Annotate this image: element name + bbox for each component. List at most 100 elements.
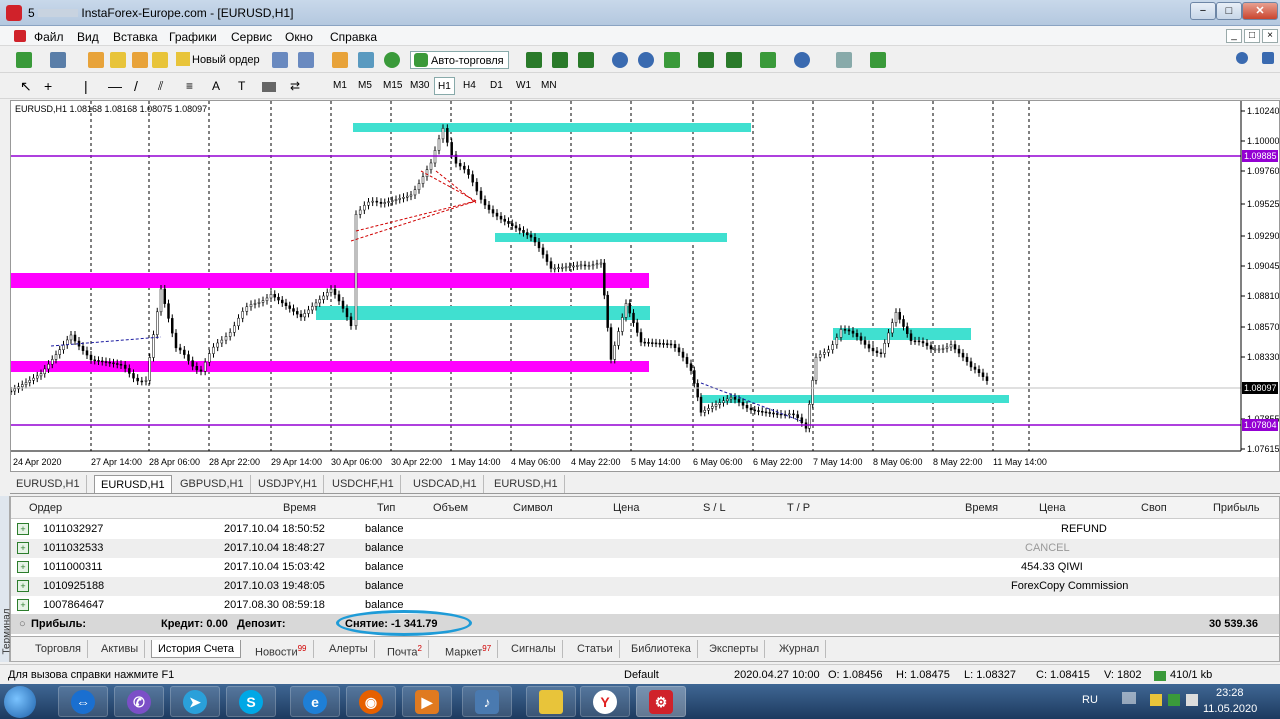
strategy-tester-icon[interactable] [298,52,314,68]
menu-window[interactable]: Окно [285,30,313,44]
task-firefox[interactable]: ◉ [346,686,396,717]
col-time2[interactable]: Время [965,497,998,519]
col-volume[interactable]: Объем [433,497,468,519]
zoom-in-icon[interactable] [612,52,628,68]
tray-lang[interactable]: RU [1082,694,1098,706]
menu-tools[interactable]: Сервис [231,30,272,44]
ttab-signals[interactable]: Сигналы [505,640,563,658]
terminal-icon[interactable] [152,52,168,68]
task-skype[interactable]: S [226,686,276,717]
menu-file[interactable]: Файл [34,30,64,44]
task-teamviewer[interactable]: ⇔ [58,686,108,717]
rectangle-icon[interactable] [262,82,276,92]
profiles-icon[interactable] [50,52,66,68]
cursor-icon[interactable]: ↖ [20,77,32,95]
tile-windows-icon[interactable] [664,52,680,68]
navigator-icon[interactable] [132,52,148,68]
auto-trading-button[interactable]: Авто-торговля [410,51,509,69]
menu-insert[interactable]: Вставка [113,30,158,44]
ttab-journal[interactable]: Журнал [773,640,827,658]
tf-m5[interactable]: M5 [355,77,375,95]
chart-tab-2[interactable]: EURUSD,H1 [94,475,172,493]
task-viber[interactable]: ✆ [114,686,164,717]
table-row[interactable]: + 1010925188 2017.10.03 19:48:05 balance… [11,577,1279,596]
close-button[interactable]: ✕ [1242,2,1278,20]
tf-m15[interactable]: M15 [380,77,405,95]
indicators-icon[interactable] [760,52,776,68]
tf-d1[interactable]: D1 [487,77,506,95]
crosshair-icon[interactable]: + [44,77,52,95]
status-profile[interactable]: Default [624,669,659,681]
col-time[interactable]: Время [283,497,316,519]
tf-mn[interactable]: MN [538,77,560,95]
metaeditor-icon[interactable] [272,52,288,68]
text-tool[interactable]: A [212,77,220,95]
market-icon[interactable] [332,52,348,68]
col-type[interactable]: Тип [377,497,395,519]
search-icon[interactable] [1236,52,1248,64]
task-yandex[interactable]: Y [580,686,630,717]
chart-tab-6[interactable]: USDCAD,H1 [407,475,484,493]
tf-w1[interactable]: W1 [513,77,534,95]
ttab-assets[interactable]: Активы [95,640,146,658]
col-order[interactable]: Ордер [29,497,62,519]
col-symbol[interactable]: Символ [513,497,553,519]
chart-templates-icon[interactable] [870,52,886,68]
task-telegram[interactable]: ➤ [170,686,220,717]
periods-icon[interactable] [794,52,810,68]
fibonacci-icon[interactable]: ≡ [186,77,193,95]
mdi-minimize-button[interactable]: _ [1226,29,1242,43]
start-button[interactable] [4,686,36,718]
menu-charts[interactable]: Графики [169,30,217,44]
data-window-icon[interactable] [110,52,126,68]
auto-scroll-icon[interactable] [698,52,714,68]
tf-m30[interactable]: M30 [407,77,432,95]
task-audio[interactable]: ♪ [462,686,512,717]
tray-time[interactable]: 23:28 [1216,687,1244,699]
chat-icon[interactable] [1262,52,1274,64]
ttab-alerts[interactable]: Алерты [323,640,375,658]
ttab-mail[interactable]: Почта2 [381,640,429,659]
mdi-restore-button[interactable]: □ [1244,29,1260,43]
table-row[interactable]: + 1011032533 2017.10.04 18:48:27 balance… [11,539,1279,558]
zoom-out-icon[interactable] [638,52,654,68]
task-ie[interactable]: e [290,686,340,717]
horizontal-line-icon[interactable]: — [108,77,122,95]
col-sl[interactable]: S / L [703,497,726,519]
arrows-icon[interactable]: ⇄ [290,77,300,95]
market-watch-icon[interactable] [88,52,104,68]
tray-volume-icon[interactable] [1186,694,1198,706]
new-chart-icon[interactable] [16,52,32,68]
ttab-news[interactable]: Новости99 [249,640,314,659]
table-row[interactable]: + 1007864647 2017.08.30 08:59:18 balance [11,596,1279,615]
menu-view[interactable]: Вид [77,30,99,44]
col-price[interactable]: Цена [613,497,639,519]
trendline-icon[interactable]: / [134,77,138,95]
text-label-icon[interactable]: T [238,77,245,95]
chart-shift-icon[interactable] [726,52,742,68]
new-order-button[interactable]: Новый ордер [176,51,260,69]
minimize-button[interactable]: − [1190,2,1216,20]
task-instaforex[interactable]: ⚙ [636,686,686,717]
tray-flag-icon[interactable] [1150,694,1162,706]
table-row[interactable]: + 1011032927 2017.10.04 18:50:52 balance… [11,520,1279,539]
tf-h4[interactable]: H4 [460,77,479,95]
globe-icon[interactable] [384,52,400,68]
col-tp[interactable]: T / P [787,497,810,519]
ttab-library[interactable]: Библиотека [625,640,698,658]
tf-m1[interactable]: M1 [330,77,350,95]
maximize-button[interactable]: □ [1216,2,1242,20]
col-price2[interactable]: Цена [1039,497,1065,519]
task-explorer[interactable] [526,686,576,717]
chart-tab-1[interactable]: EURUSD,H1 [10,475,87,493]
price-chart[interactable]: 24 Apr 2020 27 Apr 14:00 28 Apr 06:00 28 Ap… [9,100,1280,472]
candlestick-icon[interactable] [552,52,568,68]
tray-network-icon[interactable] [1168,694,1180,706]
tray-arrow-icon[interactable] [1122,692,1136,704]
ttab-articles[interactable]: Статьи [571,640,620,658]
col-profit[interactable]: Прибыль [1213,497,1260,519]
chart-tab-4[interactable]: USDJPY,H1 [252,475,325,493]
ttab-experts[interactable]: Эксперты [703,640,766,658]
tf-h1[interactable]: H1 [434,77,455,95]
menu-help[interactable]: Справка [330,30,377,44]
